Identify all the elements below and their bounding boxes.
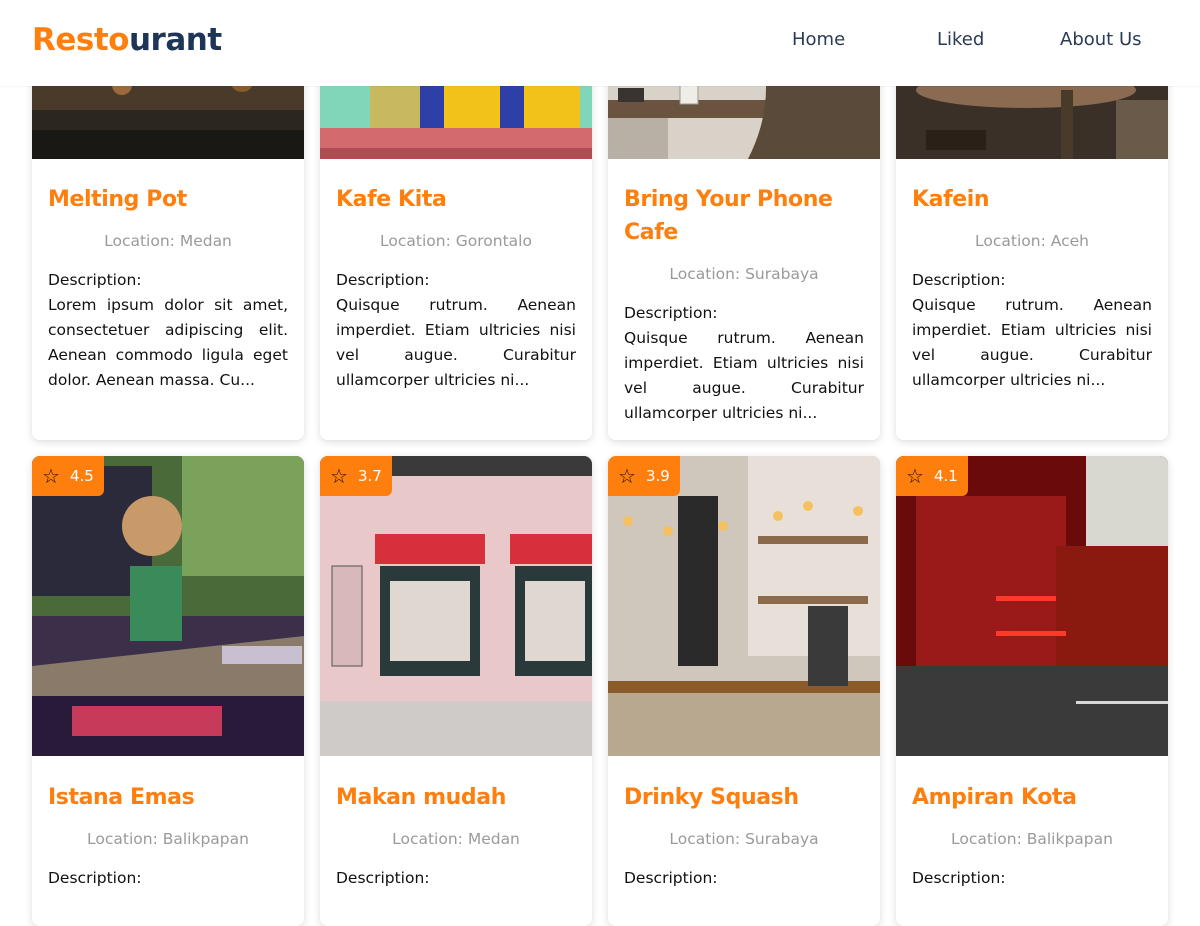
restaurant-location: Location: Medan bbox=[104, 232, 232, 250]
restaurant-location: Location: Balikpapan bbox=[87, 830, 249, 848]
restaurant-location: Location: Surabaya bbox=[669, 830, 819, 848]
restaurant-name[interactable]: Kafein bbox=[912, 183, 1152, 216]
restaurant-card[interactable]: Kafe Kita Location: Gorontalo Descriptio… bbox=[320, 40, 592, 440]
restaurant-description: Quisque rutrum. Aenean imperdiet. Etiam … bbox=[624, 329, 864, 422]
restaurant-description: Lorem ipsum dolor sit amet, consectetuer… bbox=[48, 296, 288, 389]
restaurant-location: Location: Aceh bbox=[975, 232, 1089, 250]
description-label: Description: bbox=[336, 271, 430, 289]
rating-value: 3.7 bbox=[357, 467, 382, 485]
restaurant-location: Location: Gorontalo bbox=[380, 232, 532, 250]
restaurant-name[interactable]: Drinky Squash bbox=[624, 781, 864, 814]
restaurant-name[interactable]: Ampiran Kota bbox=[912, 781, 1152, 814]
restaurant-photo bbox=[320, 456, 592, 756]
rating-badge: ☆ 4.1 bbox=[896, 456, 968, 496]
rating-value: 4.1 bbox=[933, 467, 958, 485]
restaurant-card[interactable]: Melting Pot Location: Medan Description:… bbox=[32, 40, 304, 440]
star-icon: ☆ bbox=[906, 464, 924, 488]
rating-badge: ☆ 3.7 bbox=[320, 456, 392, 496]
restaurant-card[interactable]: Kafein Location: Aceh Description: Quisq… bbox=[896, 40, 1168, 440]
restaurant-location: Location: Balikpapan bbox=[951, 830, 1113, 848]
restaurant-name[interactable]: Melting Pot bbox=[48, 183, 288, 216]
app-header: Restourant Home Liked About Us bbox=[0, 0, 1200, 86]
description-label: Description: bbox=[624, 304, 718, 322]
rating-value: 4.5 bbox=[69, 467, 94, 485]
description-label: Description: bbox=[48, 271, 142, 289]
brand-logo[interactable]: Restourant bbox=[32, 22, 222, 58]
restaurant-photo bbox=[608, 456, 880, 756]
logo-part-orange: Resto bbox=[32, 22, 129, 58]
restaurant-name[interactable]: Kafe Kita bbox=[336, 183, 576, 216]
restaurant-photo bbox=[32, 456, 304, 756]
restaurant-photo bbox=[896, 456, 1168, 756]
rating-value: 3.9 bbox=[645, 467, 670, 485]
restaurant-name[interactable]: Makan mudah bbox=[336, 781, 576, 814]
nav-link-about-us[interactable]: About Us bbox=[1060, 29, 1142, 50]
description-label: Description: bbox=[336, 869, 430, 887]
restaurant-description: Quisque rutrum. Aenean imperdiet. Etiam … bbox=[912, 296, 1152, 389]
restaurant-description: Quisque rutrum. Aenean imperdiet. Etiam … bbox=[336, 296, 576, 389]
logo-part-dark: urant bbox=[128, 22, 222, 58]
star-icon: ☆ bbox=[330, 464, 348, 488]
description-label: Description: bbox=[912, 869, 1006, 887]
description-label: Description: bbox=[912, 271, 1006, 289]
description-label: Description: bbox=[624, 869, 718, 887]
restaurant-location: Location: Medan bbox=[392, 830, 520, 848]
restaurant-name[interactable]: Bring Your Phone Cafe bbox=[624, 183, 864, 249]
star-icon: ☆ bbox=[618, 464, 636, 488]
description-label: Description: bbox=[48, 869, 142, 887]
rating-badge: ☆ 4.5 bbox=[32, 456, 104, 496]
restaurant-name[interactable]: Istana Emas bbox=[48, 781, 288, 814]
nav-link-home[interactable]: Home bbox=[792, 29, 845, 50]
restaurant-card[interactable]: ☆ 4.5 Istana Emas Location: Balikpapan D… bbox=[32, 456, 304, 926]
restaurant-card[interactable]: ☆ 3.7 Makan mudah Location: Medan Descri… bbox=[320, 456, 592, 926]
nav-link-liked[interactable]: Liked bbox=[937, 29, 984, 50]
restaurant-card[interactable]: ☆ 3.9 Drinky Squash Location: Surabaya D… bbox=[608, 456, 880, 926]
restaurant-card[interactable]: Bring Your Phone Cafe Location: Surabaya… bbox=[608, 40, 880, 440]
restaurant-location: Location: Surabaya bbox=[669, 265, 819, 283]
star-icon: ☆ bbox=[42, 464, 60, 488]
rating-badge: ☆ 3.9 bbox=[608, 456, 680, 496]
restaurant-card[interactable]: ☆ 4.1 Ampiran Kota Location: Balikpapan … bbox=[896, 456, 1168, 926]
